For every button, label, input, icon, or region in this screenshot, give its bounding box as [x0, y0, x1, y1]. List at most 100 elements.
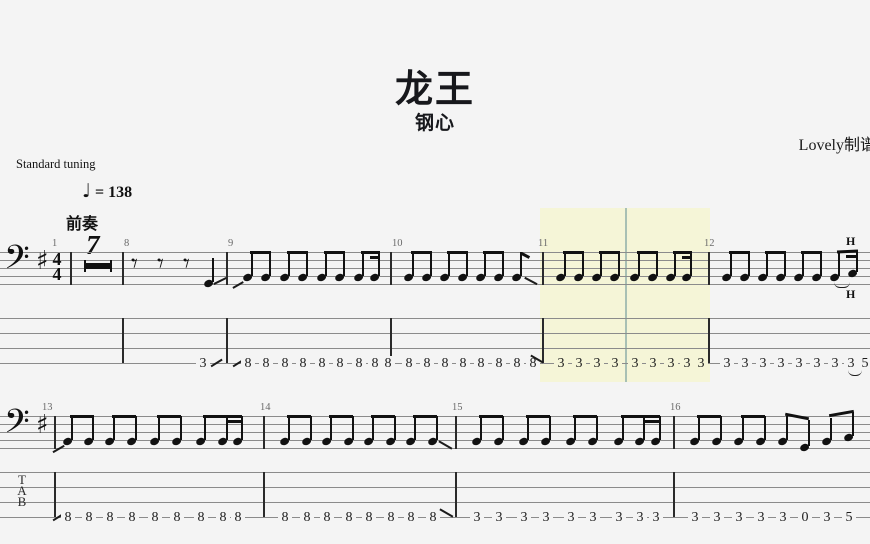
tab-number: 8: [404, 510, 418, 526]
arranger-credit: Lovely制谱: [798, 137, 870, 154]
note-stem: [113, 416, 115, 440]
note-stem: [212, 258, 214, 282]
beam: [682, 256, 692, 259]
beam: [673, 251, 692, 255]
bass-clef-icon: 𝄢: [4, 239, 30, 285]
tab-number: 3: [564, 510, 578, 526]
beam: [370, 256, 380, 259]
beam: [643, 420, 660, 423]
tab-clef-label: T A B: [14, 473, 30, 508]
tab-number: 8: [296, 356, 310, 372]
tab-number: 3: [572, 356, 586, 372]
quarter-rest-icon: 𝄾: [157, 249, 164, 279]
note-stem: [838, 252, 840, 276]
note-stem: [856, 250, 858, 272]
note-stem: [786, 416, 788, 440]
tab-number: 3: [754, 510, 768, 526]
note-stem: [484, 252, 486, 276]
note-stem: [820, 252, 822, 276]
note-stem: [436, 416, 438, 440]
note-stem: [180, 416, 182, 440]
tab-number: 3: [688, 510, 702, 526]
measure-number: 9: [228, 238, 234, 249]
note-stem: [330, 416, 332, 440]
tab-number: 3: [792, 356, 806, 372]
tab-number: 8: [148, 510, 162, 526]
barline: [455, 416, 457, 449]
barline: [226, 252, 228, 285]
note-stem: [574, 416, 576, 440]
tab-number: 8: [259, 356, 273, 372]
measure-number: 10: [392, 238, 403, 249]
tab-number: 3: [612, 510, 626, 526]
note-stem: [92, 416, 94, 440]
tab-number: 3: [633, 510, 647, 526]
beam: [250, 251, 271, 255]
note-stem: [448, 252, 450, 276]
barline: [54, 472, 56, 517]
tab-number: 3: [628, 356, 642, 372]
note-stem: [748, 252, 750, 276]
note-stem: [600, 252, 602, 276]
tab-number: 3: [554, 356, 568, 372]
tab-number: 8: [231, 510, 245, 526]
bass-clef-icon: 𝄢: [4, 403, 30, 449]
tab-number: 3: [664, 356, 678, 372]
tab-number: 3: [738, 356, 752, 372]
beam: [836, 249, 859, 254]
measure-number: 16: [670, 402, 681, 413]
tab-number: 0: [798, 510, 812, 526]
note-stem: [480, 416, 482, 440]
barline: [122, 252, 124, 285]
quarter-note-icon: ♩: [82, 180, 91, 202]
multimeasure-rest-tick: [110, 260, 112, 272]
tab-number: 3: [586, 510, 600, 526]
tab-number: 8: [438, 356, 452, 372]
note-stem: [764, 416, 766, 440]
tab-number: 8: [402, 356, 416, 372]
tab-number: 3: [590, 356, 604, 372]
beam: [621, 415, 660, 419]
beam: [483, 251, 504, 255]
tab-number: 8: [194, 510, 208, 526]
note-stem: [802, 252, 804, 276]
barline: [708, 252, 710, 285]
barline: [70, 252, 72, 285]
note-stem: [372, 416, 374, 440]
multimeasure-rest-count: 7: [86, 230, 100, 260]
note-stem: [596, 416, 598, 440]
tab-number: 8: [384, 510, 398, 526]
time-signature-bottom: 4: [52, 264, 62, 284]
barline: [226, 318, 228, 363]
tab-number: 8: [241, 356, 255, 372]
note-stem: [720, 416, 722, 440]
tab-number: 8: [492, 356, 506, 372]
note-stem: [564, 252, 566, 276]
score-page: 龙王 钢心 Lovely制谱 Standard tuning ♩ = 138 前…: [0, 0, 870, 544]
beam: [801, 251, 822, 255]
tab-number: 8: [333, 356, 347, 372]
note-stem: [618, 252, 620, 276]
tab-number: 3: [539, 510, 553, 526]
note-stem: [325, 252, 327, 276]
note-stem: [852, 412, 854, 436]
playback-cursor: [625, 208, 627, 382]
note-stem: [698, 416, 700, 440]
tempo-marking: ♩ = 138: [82, 180, 132, 202]
measure-number: 12: [704, 238, 715, 249]
note-stem: [412, 252, 414, 276]
tab-number: 8: [352, 356, 366, 372]
beam: [329, 415, 353, 419]
note-stem: [766, 252, 768, 276]
slide-mark: [439, 508, 454, 518]
beam: [697, 415, 721, 419]
tab-number: 3: [810, 356, 824, 372]
beam: [226, 420, 242, 423]
tempo-value: = 138: [94, 184, 133, 201]
tab-number: 8: [61, 510, 75, 526]
tab-number: 3: [680, 356, 694, 372]
tab-number: 3: [608, 356, 622, 372]
note-stem: [622, 416, 624, 440]
tab-number: 8: [381, 356, 395, 372]
beam: [70, 415, 94, 419]
